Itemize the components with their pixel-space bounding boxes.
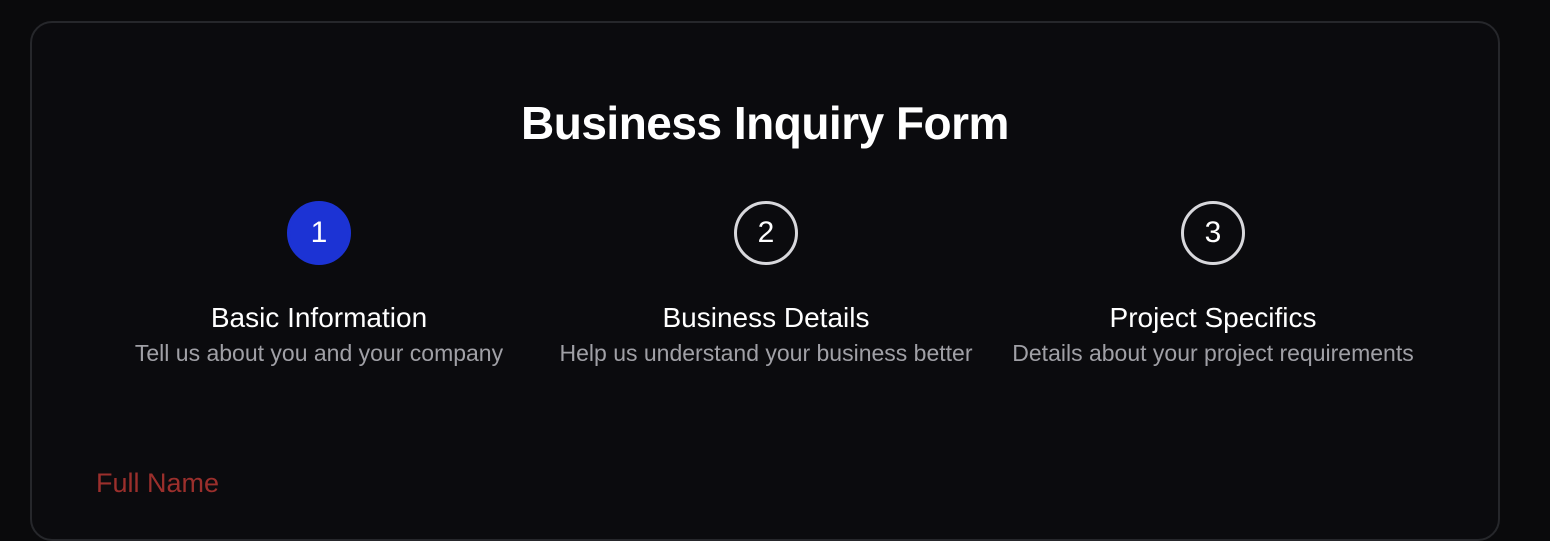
step-project-specifics: 3 Project Specifics Details about your p…: [983, 201, 1443, 367]
step-number-badge: 2: [734, 201, 798, 265]
step-description: Tell us about you and your company: [134, 340, 504, 366]
step-number-badge: 3: [1181, 201, 1245, 265]
step-number-badge-active: 1: [287, 201, 351, 265]
full-name-label: Full Name: [96, 468, 220, 498]
step-basic-information: 1 Basic Information Tell us about you an…: [89, 201, 549, 367]
step-title: Basic Information: [210, 302, 428, 333]
inquiry-form-card: Business Inquiry Form 1 Basic Informatio…: [30, 21, 1500, 541]
step-title: Project Specifics: [1109, 302, 1317, 333]
step-business-details: 2 Business Details Help us understand yo…: [536, 201, 996, 367]
page-title: Business Inquiry Form: [521, 97, 1009, 149]
step-title: Business Details: [662, 302, 870, 333]
step-description: Details about your project requirements: [1012, 340, 1414, 366]
step-description: Help us understand your business better: [559, 340, 973, 366]
